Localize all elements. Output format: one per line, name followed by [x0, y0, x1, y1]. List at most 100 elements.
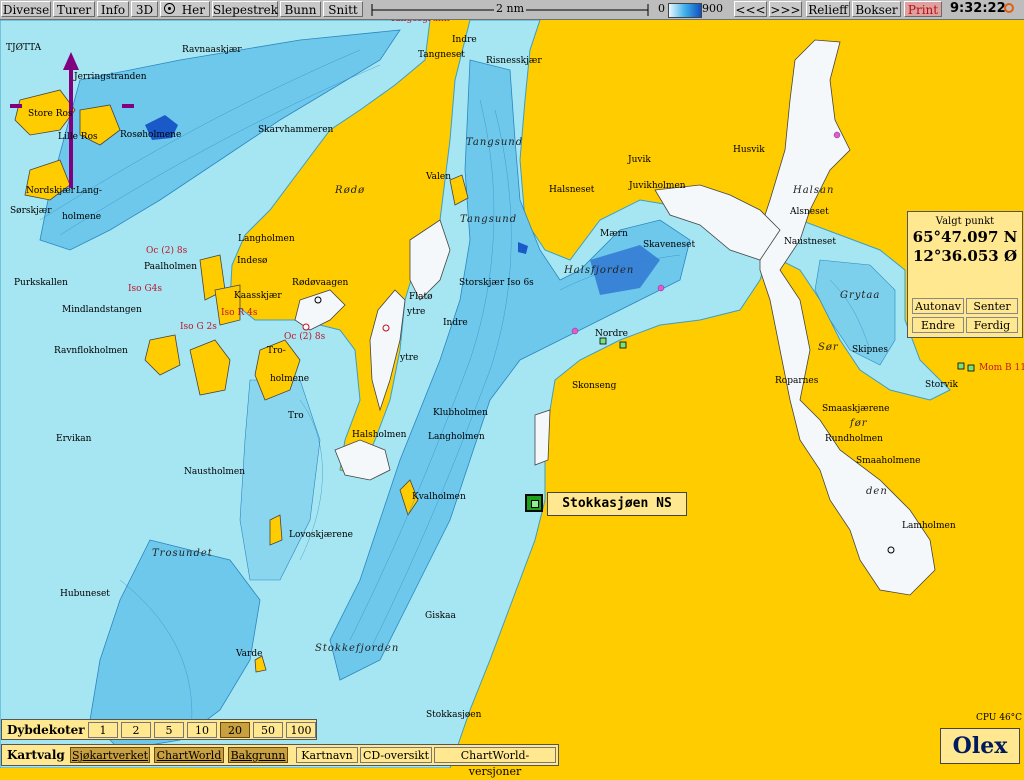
place-label: Rødø	[335, 185, 366, 196]
place-label: Langholmen	[238, 234, 295, 244]
ferdig-button[interactable]: Ferdig	[966, 317, 1018, 333]
shallow-area	[534, 409, 551, 466]
place-label: Halsholmen	[352, 430, 407, 440]
place-label: Langholmen	[428, 432, 485, 442]
chart-source-bar: Kartvalg Sjøkartverket ChartWorld Bakgru…	[1, 744, 559, 778]
depth-min-label: 0	[658, 2, 665, 15]
sun-icon[interactable]	[1004, 3, 1014, 13]
place-label: Alsneset	[790, 207, 829, 217]
menu-snitt[interactable]: Snitt	[323, 1, 363, 17]
place-label: Storskjær Iso 6s	[459, 278, 534, 288]
depth-contour-20[interactable]: 20	[220, 722, 250, 738]
place-label: holmene	[62, 212, 102, 222]
light-label: Iso G 2s	[180, 322, 217, 332]
place-label: ytre	[400, 353, 419, 363]
light-label: Iso G4s	[128, 284, 162, 294]
depth-contour-50[interactable]: 50	[253, 722, 283, 738]
olex-logo: Olex	[940, 728, 1020, 764]
print-button[interactable]: Print	[904, 1, 942, 17]
depth-contour-10[interactable]: 10	[187, 722, 217, 738]
place-label: Storvik	[925, 380, 958, 390]
next-button[interactable]: >>>	[769, 1, 802, 17]
selected-point-title: Valgt punkt	[935, 216, 995, 227]
depth-contour-5[interactable]: 5	[154, 722, 184, 738]
place-label: Ravnflokholmen	[54, 346, 128, 356]
place-label: Klubholmen	[433, 408, 488, 418]
source-sjokartverket[interactable]: Sjøkartverket	[70, 747, 150, 763]
light-label: Mom B 11	[979, 363, 1024, 373]
place-label: Indesø	[237, 256, 268, 266]
place-label: Purkskallen	[14, 278, 68, 288]
place-label: Trosundet	[152, 548, 213, 559]
link-cd-oversikt[interactable]: CD-oversikt	[360, 747, 432, 763]
relieff-button[interactable]: Relieff	[806, 1, 850, 17]
senter-button[interactable]: Senter	[966, 298, 1018, 314]
link-chartworld-versjoner[interactable]: ChartWorld-versjoner	[434, 747, 556, 778]
cpu-temperature: CPU 46°C	[976, 713, 1023, 723]
depth-gradient[interactable]	[668, 3, 702, 18]
autonav-button[interactable]: Autonav	[912, 298, 964, 314]
place-label: Nordskjær	[26, 186, 75, 196]
place-label: Tro-	[267, 346, 286, 356]
place-label: Hubuneset	[60, 589, 110, 599]
scale-label: 2 nm	[494, 2, 527, 15]
place-label: Stokkasjøen	[426, 710, 482, 720]
target-icon	[164, 3, 175, 14]
depth-contour-label: Dybdekoter	[7, 723, 85, 737]
waypoint-marker-icon[interactable]	[525, 494, 543, 512]
place-label: holmene	[270, 374, 310, 384]
place-label: ytre	[407, 307, 426, 317]
chart-source-label: Kartvalg	[7, 748, 65, 762]
menu-info[interactable]: Info	[97, 1, 129, 17]
clock: 9:32:22	[950, 1, 1006, 16]
place-label: Lamholmen	[902, 521, 956, 531]
menu-3d[interactable]: 3D	[131, 1, 158, 17]
source-chartworld[interactable]: ChartWorld	[154, 747, 224, 763]
selected-point-lat: 65°47.097 N	[912, 228, 1018, 246]
place-label: Valen	[426, 172, 452, 182]
place-label: Sørskjær	[10, 206, 52, 216]
place-label: Store Ros	[28, 109, 73, 119]
place-label: Kvalholmen	[412, 492, 466, 502]
place-label: Stokkefjorden	[315, 643, 400, 654]
place-label: Skarvhammeren	[258, 125, 334, 135]
place-label: Smaaskjærene	[822, 404, 890, 414]
waypoint-label[interactable]: Stokkasjøen NS	[547, 492, 687, 516]
place-label: Skaveneset	[643, 240, 696, 250]
bokser-button[interactable]: Bokser	[852, 1, 901, 17]
place-label: Paalholmen	[144, 262, 198, 272]
place-label: Naustneset	[784, 237, 836, 247]
menu-bunn[interactable]: Bunn	[280, 1, 321, 17]
scale-bar: 2 nm	[368, 0, 652, 19]
place-label: Lille Ros	[58, 132, 98, 142]
endre-button[interactable]: Endre	[912, 317, 964, 333]
place-label: Tangsund	[460, 214, 518, 225]
depth-contour-1[interactable]: 1	[88, 722, 118, 738]
place-label: Lang-	[76, 186, 102, 196]
menu-turer[interactable]: Turer	[53, 1, 95, 17]
place-label: Varde	[236, 649, 263, 659]
light-label: Iso R 4s	[221, 308, 258, 318]
selected-point-lon: 12°36.053 Ø	[912, 247, 1018, 265]
place-label: Skipnes	[852, 345, 888, 355]
place-label: Roparnes	[775, 376, 819, 386]
menu-diverse[interactable]: Diverse	[1, 1, 51, 17]
place-label: Indre	[452, 35, 477, 45]
place-label: Naustholmen	[184, 467, 246, 477]
her-button[interactable]: Her	[160, 1, 210, 17]
place-label: før	[850, 418, 868, 429]
prev-button[interactable]: <<<	[734, 1, 767, 17]
depth-contour-100[interactable]: 100	[286, 722, 316, 738]
place-label: Ervikan	[56, 434, 92, 444]
source-bakgrunn[interactable]: Bakgrunn	[228, 747, 288, 763]
link-kartnavn[interactable]: Kartnavn	[296, 747, 358, 763]
place-label: Tro	[288, 411, 304, 421]
place-label: Juvik	[628, 155, 651, 165]
place-label: Indre	[443, 318, 468, 328]
place-label: den	[866, 486, 888, 497]
menu-slepestrek[interactable]: Slepestrek	[212, 1, 278, 17]
place-label: Ravnaaskjær	[182, 45, 242, 55]
place-label: Husvik	[733, 145, 765, 155]
depth-contour-2[interactable]: 2	[121, 722, 151, 738]
place-label: Nordre	[595, 329, 628, 339]
